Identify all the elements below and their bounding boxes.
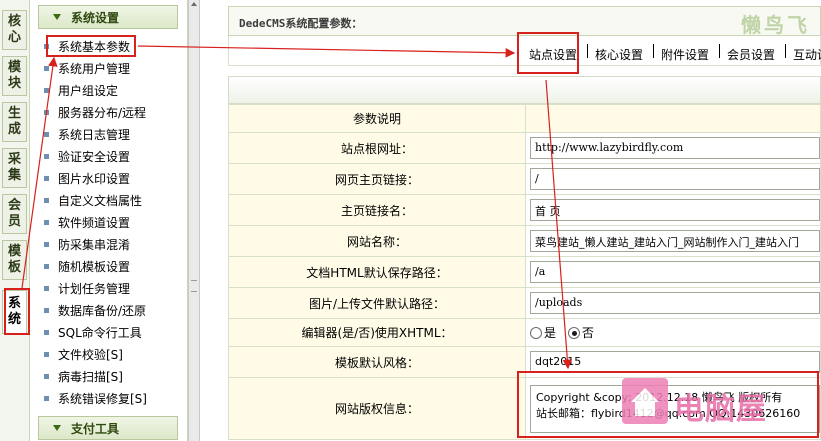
watermark-text: 电脑屋 [674,392,767,427]
bullet-icon [44,241,49,247]
collapse-triangle-icon [53,425,61,431]
sidebar-item-custom-attrs[interactable]: 自定义文档属性 [44,191,142,209]
bullet-icon [44,87,49,93]
field-label: 网站版权信息： [228,377,526,440]
main-panel: DedeCMS系统配置参数： 懒鸟飞 站点设置 核心设置 附件设置 会员设置 互… [228,0,821,441]
field-label: 网站名称： [228,225,526,257]
sidebar-item-file-check[interactable]: 文件校验[S] [44,345,123,363]
homepage-name-input[interactable]: 首 页 [530,199,820,221]
radio-label: 否 [581,326,594,340]
field-label: 文档HTML默认保存路径： [228,256,526,288]
field-label: 编辑器(是/否)使用XHTML： [228,318,526,347]
form-row: 网页主页链接： / [228,163,821,195]
tab-core-settings[interactable]: 核心设置 [595,46,643,63]
sidebar-item-user-mgmt[interactable]: 系统用户管理 [44,59,130,77]
bullet-icon [44,219,49,225]
watermark: 电脑屋 [616,376,816,436]
tab-interaction-settings[interactable]: 互动设 [793,46,821,63]
form-header-row: 参数说明 [228,104,821,133]
site-logo: 懒鸟飞 [741,13,810,37]
sidebar-menu: 系统设置 系统基本参数 系统用户管理 用户组设定 服务器分布/远程 系统日志管理… [30,0,188,441]
bullet-icon [44,307,49,313]
tab-separator [719,44,720,58]
bullet-icon [44,329,49,335]
frame-splitter[interactable] [188,0,200,441]
vtab-template[interactable]: 模板 [2,240,27,280]
bullet-icon [44,43,49,49]
collapse-triangle-icon [53,14,61,20]
tab-attachment-settings[interactable]: 附件设置 [661,46,709,63]
sidebar-item-anti-collect[interactable]: 防采集串混淆 [44,235,130,253]
upload-path-input[interactable]: /uploads [530,292,820,314]
form-row: 主页链接名： 首 页 [228,194,821,226]
house-icon [622,378,668,424]
xhtml-no-radio[interactable] [567,326,580,339]
sidebar-item-random-template[interactable]: 随机模板设置 [44,257,130,275]
tab-separator [785,44,786,58]
tab-member-settings[interactable]: 会员设置 [727,46,775,63]
site-name-input[interactable]: 菜鸟建站_懒人建站_建站入门_网站制作入门_建站入门 [530,230,820,252]
form-row: 文档HTML默认保存路径： /a [228,256,821,288]
field-label: 模板默认风格： [228,346,526,378]
bullet-icon [44,263,49,269]
sidebar-item-system-log[interactable]: 系统日志管理 [44,125,130,143]
bullet-icon [44,285,49,291]
grip-icon[interactable] [191,280,197,292]
bullet-icon [44,197,49,203]
bullet-icon [44,351,49,357]
vtab-collect[interactable]: 采集 [2,148,27,188]
bullet-icon [44,65,49,71]
radio-label: 是 [544,326,557,340]
vertical-module-tabs: 核心 模块 生成 采集 会员 模板 系统 [0,0,30,441]
sidebar-item-basic-params[interactable]: 系统基本参数 [44,37,130,55]
template-style-input[interactable]: dqt2015 [530,351,820,373]
vtab-member[interactable]: 会员 [2,194,27,234]
form-row: 模板默认风格： dqt2015 [228,346,821,378]
homepage-link-input[interactable]: / [530,168,820,190]
xhtml-yes-radio[interactable] [530,326,542,339]
bullet-icon [44,153,49,159]
site-url-input[interactable]: http://www.lazybirdfly.com [530,137,820,159]
sidebar-item-db-backup[interactable]: 数据库备份/还原 [44,301,146,319]
sidebar-item-scheduled-tasks[interactable]: 计划任务管理 [44,279,130,297]
settings-tabs: 站点设置 核心设置 附件设置 会员设置 互动设 [228,36,821,66]
bullet-icon [44,395,49,401]
field-label: 图片/上传文件默认路径： [228,287,526,319]
vtab-module[interactable]: 模块 [2,56,27,96]
field-label: 主页链接名： [228,194,526,226]
field-label: 站点根网址： [228,132,526,164]
bullet-icon [44,373,49,379]
sidebar-item-user-groups[interactable]: 用户组设定 [44,81,118,99]
form-row: 网站名称： 菜鸟建站_懒人建站_建站入门_网站制作入门_建站入门 [228,225,821,257]
tab-site-settings[interactable]: 站点设置 [529,46,577,63]
sidebar-section-system-settings[interactable]: 系统设置 [38,5,178,29]
vtab-generate[interactable]: 生成 [2,102,27,142]
sidebar-item-virus-scan[interactable]: 病毒扫描[S] [44,367,123,385]
form-header-strip [228,76,821,104]
page-title: DedeCMS系统配置参数： [239,17,363,30]
config-title-bar: DedeCMS系统配置参数： 懒鸟飞 [228,6,821,37]
form-row: 图片/上传文件默认路径： /uploads [228,287,821,319]
field-label: 网页主页链接： [228,163,526,195]
sidebar-item-server-remote[interactable]: 服务器分布/远程 [44,103,146,121]
sidebar-item-error-repair[interactable]: 系统错误修复[S] [44,389,147,407]
param-desc-header: 参数说明 [228,104,526,133]
sidebar-item-security[interactable]: 验证安全设置 [44,147,130,165]
tab-separator [587,44,588,58]
form-row: 站点根网址： http://www.lazybirdfly.com [228,132,821,164]
bullet-icon [44,109,49,115]
tab-separator [653,44,654,58]
bullet-icon [44,131,49,137]
sidebar-item-software-channel[interactable]: 软件频道设置 [44,213,130,231]
scroll-up-icon[interactable] [191,2,197,6]
html-path-input[interactable]: /a [530,261,820,283]
form-row: 编辑器(是/否)使用XHTML： 是 否 [228,318,821,347]
sidebar-section-payment-tools[interactable]: 支付工具 [38,416,178,440]
vtab-core[interactable]: 核心 [2,10,27,50]
vtab-system[interactable]: 系统 [2,290,27,334]
sidebar-item-watermark[interactable]: 图片水印设置 [44,169,130,187]
bullet-icon [44,175,49,181]
sidebar-item-sql-tool[interactable]: SQL命令行工具 [44,323,142,341]
